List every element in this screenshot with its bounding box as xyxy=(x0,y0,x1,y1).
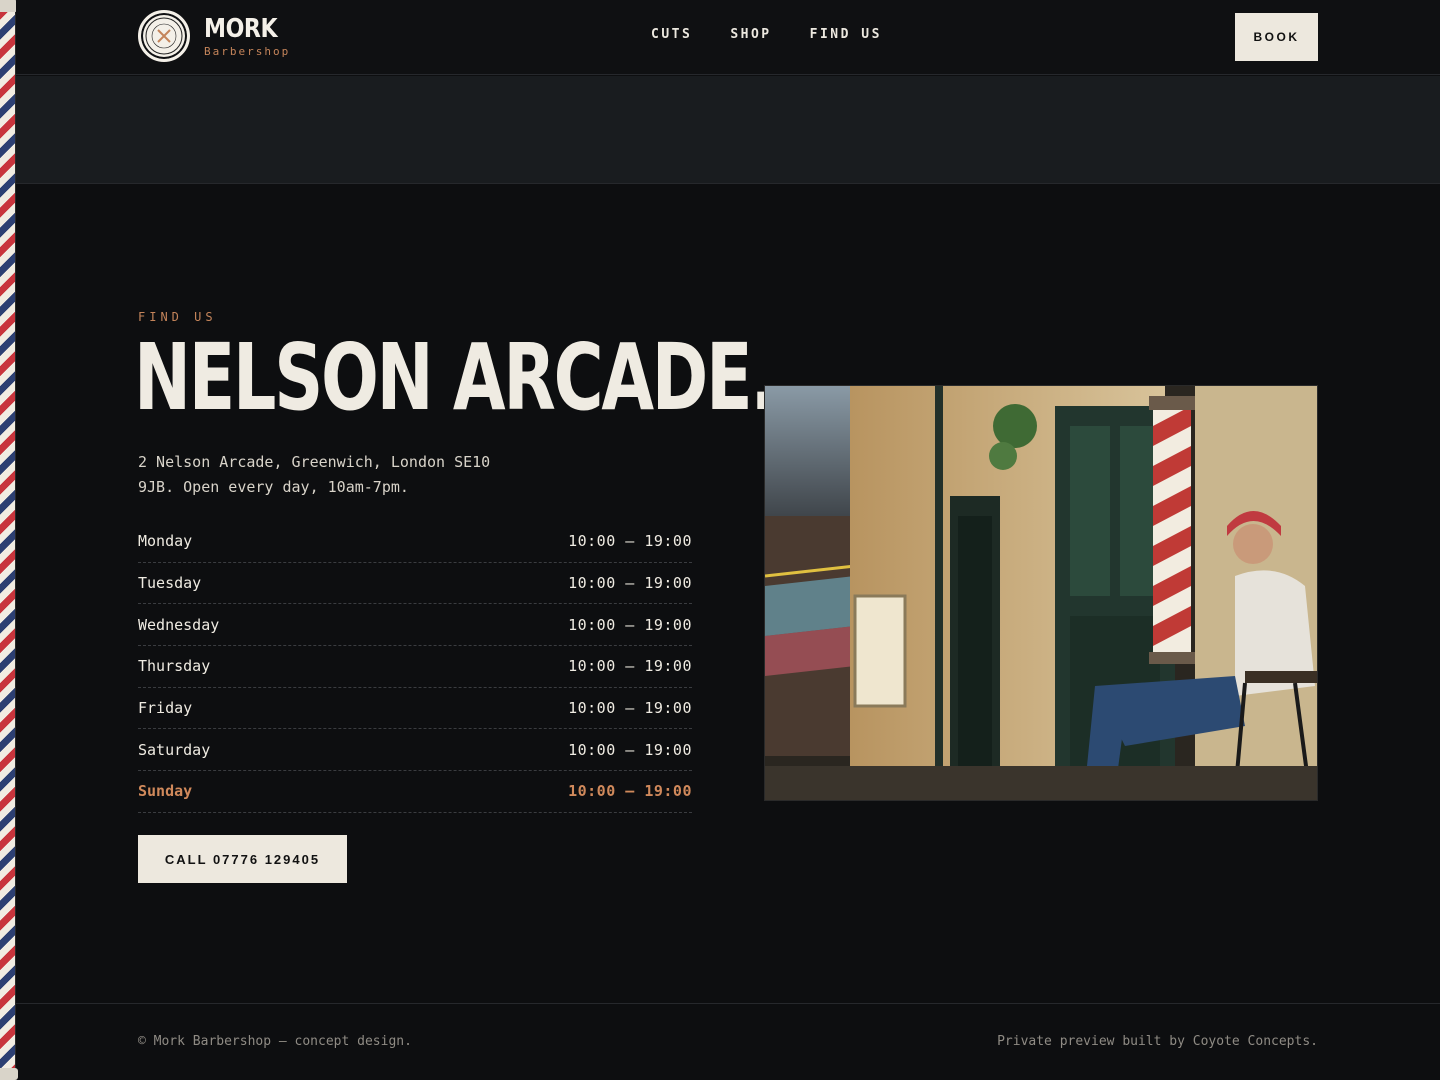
address-line-1: 2 Nelson Arcade, Greenwich, London SE10 xyxy=(138,453,491,471)
address: 2 Nelson Arcade, Greenwich, London SE10 … xyxy=(138,450,518,500)
call-button[interactable]: CALL 07776 129405 xyxy=(138,835,347,883)
main-nav: CUTS SHOP FIND US xyxy=(651,27,882,42)
brand-subtitle: Barbershop xyxy=(204,44,291,58)
section-eyebrow: FIND US xyxy=(138,310,217,324)
address-line-2: 9JB. Open every day, 10am-7pm. xyxy=(138,478,409,496)
hours-day: Tuesday xyxy=(138,574,202,593)
hours-time: 10:00 – 19:00 xyxy=(568,532,692,551)
hours-row: Monday 10:00 – 19:00 xyxy=(138,521,692,563)
hours-day: Wednesday xyxy=(138,615,220,634)
site-footer: © Mork Barbershop — concept design. Priv… xyxy=(16,1003,1440,1080)
hours-row: Tuesday 10:00 – 19:00 xyxy=(138,563,692,605)
hours-day: Saturday xyxy=(138,740,211,759)
hours-day: Thursday xyxy=(138,657,211,676)
hours-day: Sunday xyxy=(138,782,193,801)
logo-badge-icon xyxy=(138,10,190,62)
hours-time: 10:00 – 19:00 xyxy=(568,615,692,634)
header-band xyxy=(16,76,1440,184)
hours-time: 10:00 – 19:00 xyxy=(568,782,692,801)
hours-time: 10:00 – 19:00 xyxy=(568,699,692,718)
barber-pole-stripe xyxy=(0,0,16,1080)
nav-cuts[interactable]: CUTS xyxy=(651,27,692,42)
brand-name: MORK xyxy=(204,13,278,44)
hours-row: Saturday 10:00 – 19:00 xyxy=(138,729,692,772)
hours-row: Friday 10:00 – 19:00 xyxy=(138,688,692,730)
footer-copyright: © Mork Barbershop — concept design. xyxy=(138,1034,412,1049)
footer-credit: Private preview built by Coyote Concepts… xyxy=(997,1034,1318,1049)
hours-time: 10:00 – 19:00 xyxy=(568,740,692,759)
book-button[interactable]: BOOK xyxy=(1235,13,1318,61)
page-title: NELSON ARCADE. xyxy=(134,324,776,431)
hours-day: Friday xyxy=(138,699,193,718)
hours-time: 10:00 – 19:00 xyxy=(568,657,692,676)
hours-row: Wednesday 10:00 – 19:00 xyxy=(138,604,692,647)
shopfront-photo xyxy=(764,385,1318,801)
opening-hours: Monday 10:00 – 19:00 Tuesday 10:00 – 19:… xyxy=(138,521,692,813)
hours-time: 10:00 – 19:00 xyxy=(568,574,692,593)
nav-shop[interactable]: SHOP xyxy=(730,27,771,42)
hours-row: Thursday 10:00 – 19:00 xyxy=(138,646,692,688)
site-header: MORK Barbershop CUTS SHOP FIND US BOOK xyxy=(16,0,1440,75)
hours-row-today: Sunday 10:00 – 19:00 xyxy=(138,771,692,813)
hours-day: Monday xyxy=(138,532,193,551)
nav-find-us[interactable]: FIND US xyxy=(810,27,882,42)
logo-link[interactable]: MORK Barbershop xyxy=(138,10,290,62)
